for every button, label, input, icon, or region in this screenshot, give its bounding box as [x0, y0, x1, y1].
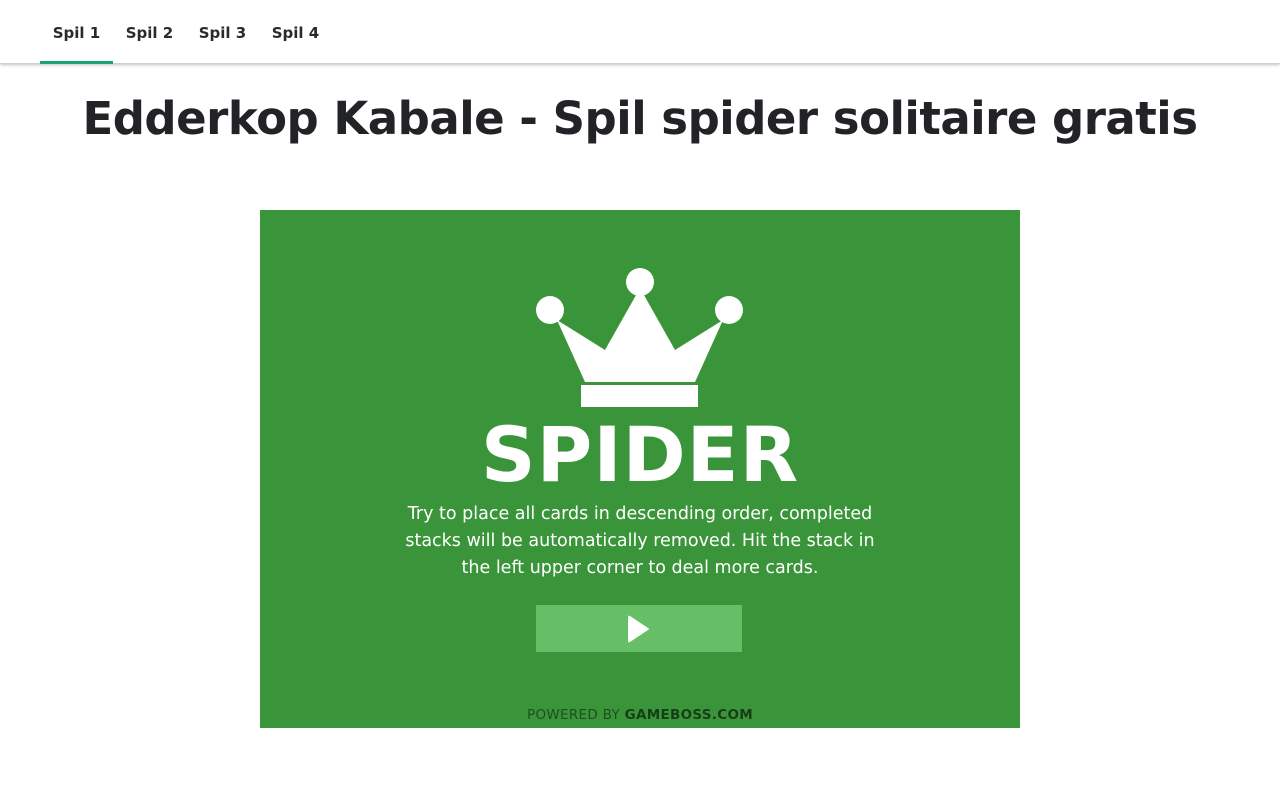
- tab-spil-3[interactable]: Spil 3: [186, 0, 259, 64]
- crown-icon: [536, 268, 743, 407]
- tab-spil-2[interactable]: Spil 2: [113, 0, 186, 64]
- powered-by-prefix: POWERED BY: [527, 707, 621, 723]
- play-icon: [628, 615, 649, 643]
- powered-by-brand: GAMEBOSS.COM: [624, 707, 753, 723]
- play-button[interactable]: [536, 605, 742, 652]
- top-navigation: Spil 1 Spil 2 Spil 3 Spil 4: [0, 0, 1280, 64]
- game-instructions: Try to place all cards in descending ord…: [405, 504, 875, 578]
- tab-spil-4[interactable]: Spil 4: [259, 0, 332, 64]
- tab-spil-1[interactable]: Spil 1: [40, 0, 113, 64]
- game-title: SPIDER: [480, 410, 800, 499]
- powered-by-credit[interactable]: POWERED BY GAMEBOSS.COM: [260, 707, 1020, 723]
- page-title: Edderkop Kabale - Spil spider solitaire …: [82, 92, 1198, 145]
- game-frame[interactable]: SPIDER Try to place all cards in descend…: [260, 210, 1020, 728]
